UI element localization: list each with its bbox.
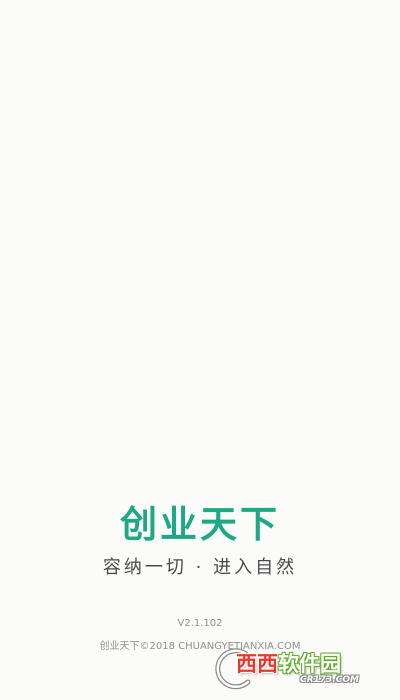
app-slogan: 容纳一切 · 进入自然 [102,557,298,578]
splash-screen: 创业天下 容纳一切 · 进入自然 V2.1.102 创业天下©2018 CHUA… [0,0,400,700]
watermark-url: CR173.COM [300,675,359,685]
app-title: 创业天下 [120,502,280,546]
watermark-logo: 西西软件园 CR173.COM [210,644,390,692]
watermark-brand-rest: 软件园 [278,652,341,676]
version-label: V2.1.102 [177,618,223,629]
watermark-brand: 西西软件园 [236,648,341,678]
watermark-brand-red: 西西 [236,652,278,676]
